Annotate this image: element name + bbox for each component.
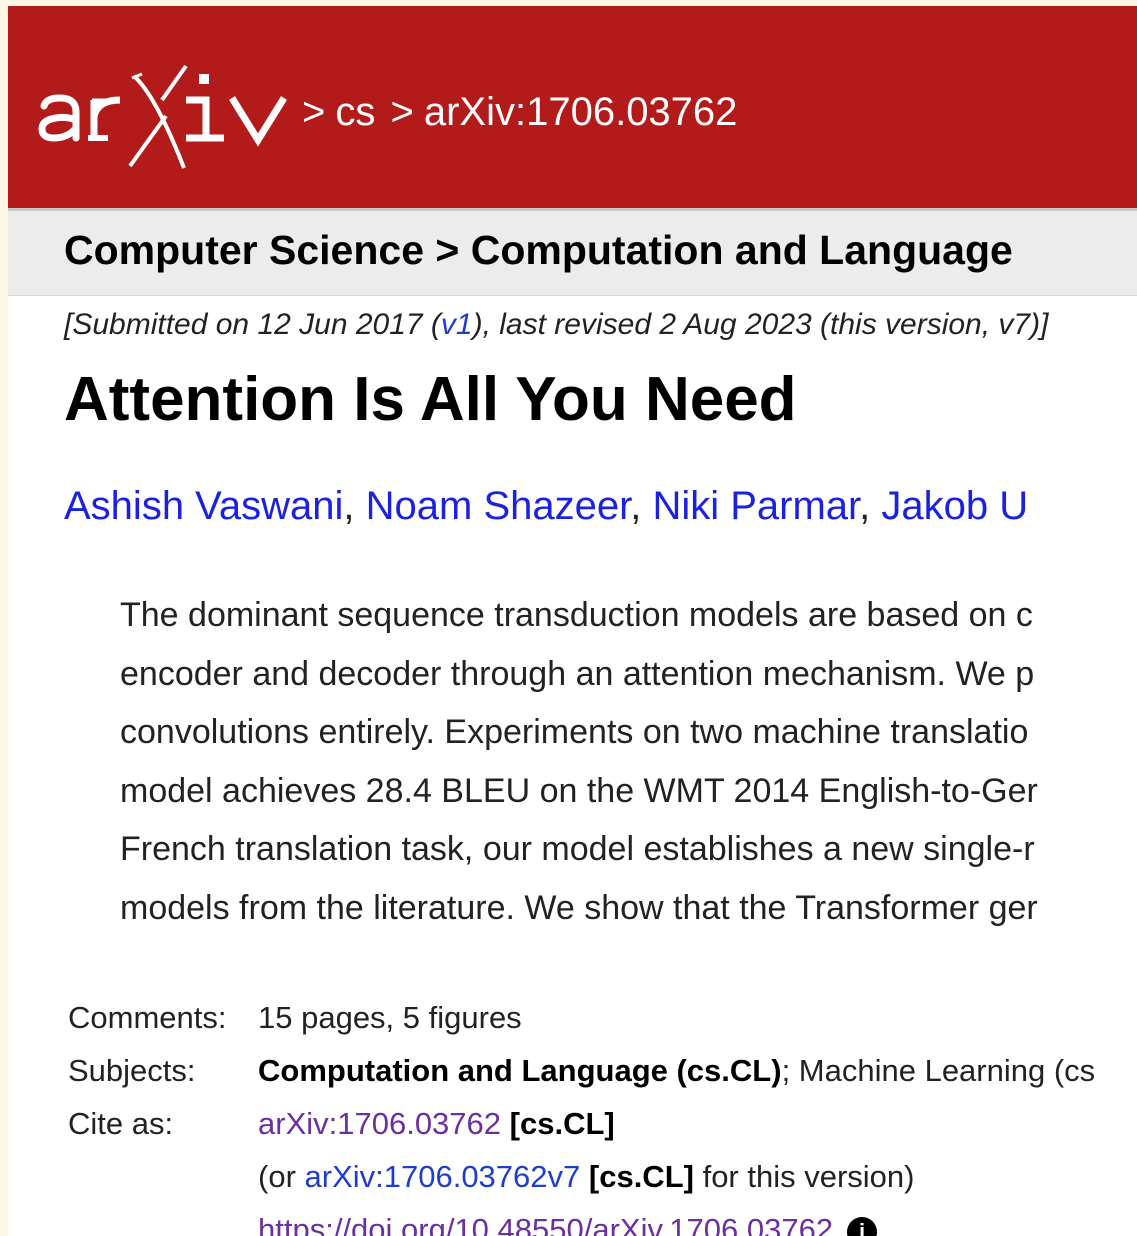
subjects-label: Subjects: [68, 1053, 196, 1088]
abstract-line: model achieves 28.4 BLEU on the WMT 2014… [120, 771, 1038, 810]
info-icon[interactable]: i [847, 1216, 878, 1236]
author-list: Ashish Vaswani, Noam Shazeer, Niki Parma… [64, 484, 1028, 529]
site-header: > cs > arXiv:1706.03762 [8, 6, 1137, 208]
author-separator: , [343, 484, 366, 528]
author-link[interactable]: Niki Parmar [652, 484, 859, 528]
submission-dateline: [Submitted on 12 Jun 2017 (v1), last rev… [64, 308, 1048, 342]
version-tag: [cs.CL] [588, 1159, 694, 1194]
dateline-prefix: [Submitted on 12 Jun 2017 ( [64, 308, 441, 341]
doi-value: https://doi.org/10.48550/arXiv.1706.0376… [258, 1212, 878, 1236]
breadcrumb-arxiv-id: arXiv:1706.03762 [423, 90, 738, 134]
comments-label: Comments: [68, 1000, 227, 1035]
breadcrumb-separator: > [302, 90, 326, 134]
breadcrumb-separator: > [390, 90, 414, 134]
version-value: (or arXiv:1706.03762v7 [cs.CL] for this … [258, 1159, 914, 1195]
breadcrumb: > cs > arXiv:1706.03762 [298, 90, 737, 135]
abstract-line: encoder and decoder through an attention… [120, 654, 1035, 693]
primary-subject: Computation and Language (cs.CL) [258, 1053, 782, 1088]
version-suffix: for this version) [693, 1159, 915, 1194]
cite-link[interactable]: arXiv:1706.03762 [258, 1106, 501, 1141]
version-prefix: (or [258, 1159, 305, 1194]
author-link[interactable]: Noam Shazeer [366, 484, 631, 528]
abstract-line: convolutions entirely. Experiments on tw… [120, 713, 1029, 751]
cite-value: arXiv:1706.03762 [cs.CL] [258, 1106, 615, 1142]
subjects-value: Computation and Language (cs.CL); Machin… [258, 1053, 1095, 1089]
abstract-line: French translation task, our model estab… [120, 830, 1035, 868]
v1-link[interactable]: v1 [441, 308, 473, 341]
author-link[interactable]: Jakob U [881, 484, 1028, 528]
comments-value: 15 pages, 5 figures [258, 1000, 522, 1035]
subject-heading: Computer Science > Computation and Langu… [64, 227, 1013, 273]
arxiv-logo[interactable] [36, 56, 298, 176]
cite-tag: [cs.CL] [509, 1106, 615, 1141]
page: > cs > arXiv:1706.03762 Computer Science >… [8, 6, 1137, 1236]
dateline-suffix: ), last revised 2 Aug 2023 (this version… [472, 308, 1049, 341]
author-separator: , [859, 484, 882, 528]
secondary-subjects: ; Machine Learning (cs [781, 1053, 1096, 1088]
author-link[interactable]: Ashish Vaswani [64, 484, 343, 528]
paper-title: Attention Is All You Need [64, 365, 797, 434]
cite-label: Cite as: [68, 1106, 174, 1141]
abstract: The dominant sequence transduction model… [120, 586, 1038, 937]
abstract-line: models from the literature. We show that… [120, 888, 1038, 927]
doi-link[interactable]: https://doi.org/10.48550/arXiv.1706.0376… [258, 1212, 833, 1236]
author-separator: , [630, 484, 653, 528]
breadcrumb-cs[interactable]: cs [335, 90, 375, 134]
subject-heading-bar: Computer Science > Computation and Langu… [8, 208, 1137, 296]
version-link[interactable]: arXiv:1706.03762v7 [305, 1159, 581, 1194]
abstract-line: The dominant sequence transduction model… [120, 596, 1033, 634]
